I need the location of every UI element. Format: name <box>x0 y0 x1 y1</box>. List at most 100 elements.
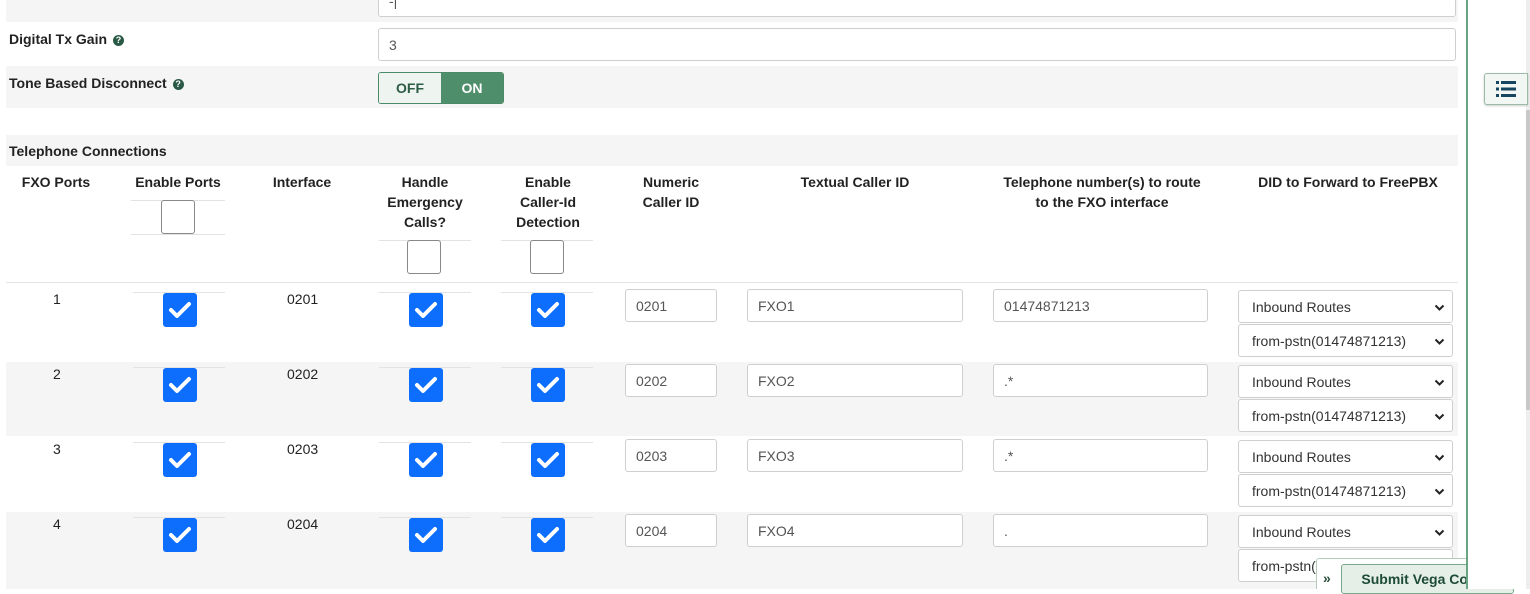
route-target-select[interactable]: from-pstn(01474871213) <box>1238 324 1453 357</box>
divider <box>131 234 225 235</box>
header-numeric-callerid: Numeric Caller ID <box>621 172 721 212</box>
digital-tx-gain-label: Digital Tx Gain? <box>9 31 125 47</box>
table-of-contents-button[interactable] <box>1484 73 1528 105</box>
textual-callerid-input[interactable]: FXO2 <box>747 364 963 397</box>
toggle-on-option[interactable]: ON <box>441 73 503 103</box>
chevron-down-icon <box>1434 488 1445 495</box>
header-fxo-ports: FXO Ports <box>21 174 91 190</box>
route-target-select[interactable]: from-pstn(01474871213) <box>1238 399 1453 432</box>
port-number: 1 <box>53 291 61 307</box>
route-numbers-input[interactable]: .* <box>993 364 1208 397</box>
main-content: -| Digital Tx Gain? 3 Tone Based Disconn… <box>0 0 1514 594</box>
input-value: FXO2 <box>758 372 795 389</box>
textual-callerid-input[interactable]: FXO3 <box>747 439 963 472</box>
route-type-select[interactable]: Inbound Routes <box>1238 365 1453 398</box>
checkmark-icon <box>169 377 191 393</box>
route-type-select[interactable]: Inbound Routes <box>1238 290 1453 323</box>
collapse-submit-bar-icon[interactable]: » <box>1323 570 1331 586</box>
callerid-detection-checkbox[interactable] <box>531 293 565 327</box>
numeric-callerid-input[interactable]: 0203 <box>625 439 717 472</box>
header-enable-ports: Enable Ports <box>135 174 221 190</box>
textual-callerid-input[interactable]: FXO1 <box>747 289 963 322</box>
checkmark-icon <box>537 527 559 543</box>
digital-tx-gain-input[interactable]: 3 <box>378 28 1456 61</box>
numeric-callerid-input[interactable]: 0204 <box>625 514 717 547</box>
callerid-detection-checkbox[interactable] <box>531 368 565 402</box>
toggle-off-option[interactable]: OFF <box>379 73 441 103</box>
handle-emergency-checkbox[interactable] <box>409 368 443 402</box>
route-type-select[interactable]: Inbound Routes <box>1238 440 1453 473</box>
partial-setting-input[interactable]: -| <box>378 0 1456 17</box>
interface-value: 0204 <box>287 516 319 532</box>
handle-emergency-checkbox[interactable] <box>409 518 443 552</box>
callerid-detection-checkbox[interactable] <box>531 443 565 477</box>
select-all-callerid-checkbox[interactable] <box>530 240 564 274</box>
interface-value: 0202 <box>287 366 319 382</box>
route-type-select[interactable]: Inbound Routes <box>1238 515 1453 548</box>
route-target-select[interactable]: from-pstn(01474871213) <box>1238 474 1453 507</box>
enable-port-checkbox[interactable] <box>163 368 197 402</box>
callerid-detection-checkbox[interactable] <box>531 518 565 552</box>
select-all-emergency-checkbox[interactable] <box>407 240 441 274</box>
header-line: Detection <box>516 214 580 230</box>
checkmark-icon <box>537 302 559 318</box>
tone-disconnect-label: Tone Based Disconnect? <box>9 75 184 91</box>
input-value: .* <box>1004 447 1014 464</box>
header-textual-callerid: Textual Caller ID <box>800 174 910 190</box>
handle-emergency-checkbox[interactable] <box>409 443 443 477</box>
select-value: Inbound Routes <box>1252 373 1351 390</box>
route-numbers-input[interactable]: .* <box>993 439 1208 472</box>
input-value: 0203 <box>636 447 668 464</box>
numeric-callerid-input[interactable]: 0202 <box>625 364 717 397</box>
checkmark-icon <box>415 302 437 318</box>
input-value: FXO4 <box>758 522 795 539</box>
chevron-down-icon <box>1434 338 1445 345</box>
question-circle-icon[interactable]: ? <box>172 79 184 90</box>
list-icon <box>1496 81 1516 97</box>
input-value: .* <box>1004 372 1014 389</box>
chevron-down-icon <box>1434 529 1445 536</box>
route-numbers-input[interactable]: . <box>993 514 1208 547</box>
textual-callerid-input[interactable]: FXO4 <box>747 514 963 547</box>
tone-disconnect-row <box>6 66 1458 108</box>
port-number: 4 <box>53 516 61 532</box>
numeric-callerid-input[interactable]: 0201 <box>625 289 717 322</box>
checkmark-icon <box>415 377 437 393</box>
digital-tx-gain-text: Digital Tx Gain <box>9 31 108 47</box>
interface-value: 0203 <box>287 441 319 457</box>
checkmark-icon <box>169 302 191 318</box>
enable-port-checkbox[interactable] <box>163 443 197 477</box>
header-callerid-detection: Enable Caller-Id Detection <box>496 172 600 232</box>
digital-tx-gain-value: 3 <box>389 36 397 53</box>
header-line: Telephone number(s) to route <box>1003 174 1201 190</box>
header-did-forward: DID to Forward to FreePBX <box>1258 174 1438 190</box>
enable-port-checkbox[interactable] <box>163 293 197 327</box>
select-value: from-pstn(01474871213) <box>1252 407 1407 424</box>
header-line: Caller-Id <box>519 194 576 210</box>
chevron-down-icon <box>1434 454 1445 461</box>
scrollbar-thumb[interactable] <box>1526 110 1530 410</box>
handle-emergency-checkbox[interactable] <box>409 293 443 327</box>
tone-disconnect-toggle[interactable]: OFF ON <box>378 72 504 104</box>
chevron-down-icon <box>1434 304 1445 311</box>
checkmark-icon <box>415 527 437 543</box>
select-value: from-pstn(01474871213) <box>1252 482 1407 499</box>
route-numbers-input[interactable]: 01474871213 <box>993 289 1208 322</box>
input-value: FXO1 <box>758 297 795 314</box>
header-line: Numeric <box>642 174 700 190</box>
input-value: 0202 <box>636 372 668 389</box>
interface-value: 0201 <box>287 291 319 307</box>
checkmark-icon <box>537 452 559 468</box>
chevron-down-icon <box>1434 413 1445 420</box>
select-value: Inbound Routes <box>1252 298 1351 315</box>
header-handle-emergency: Handle Emergency Calls? <box>372 172 478 232</box>
select-value: from-pstn(01474871213) <box>1252 332 1407 349</box>
checkmark-icon <box>537 377 559 393</box>
header-line: Calls? <box>403 214 446 230</box>
question-circle-icon[interactable]: ? <box>113 35 125 46</box>
header-line: Handle <box>401 174 449 190</box>
enable-port-checkbox[interactable] <box>163 518 197 552</box>
select-all-enable-ports-checkbox[interactable] <box>161 200 195 234</box>
input-value: 01474871213 <box>1004 297 1090 314</box>
chevron-down-icon <box>1434 379 1445 386</box>
